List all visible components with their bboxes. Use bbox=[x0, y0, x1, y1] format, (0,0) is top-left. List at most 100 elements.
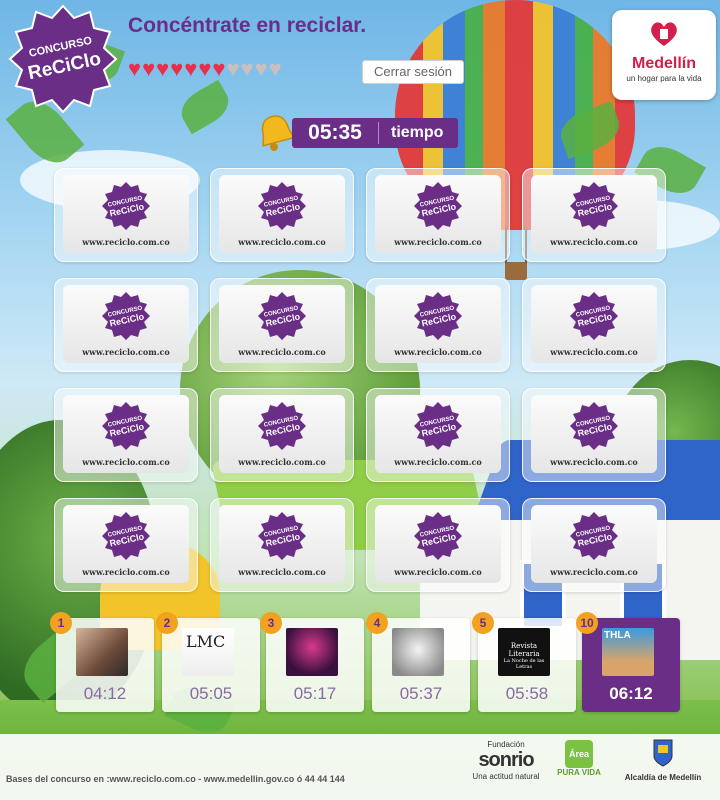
reciclo-logo-badge: CONCURSO ReCiClo bbox=[8, 4, 118, 114]
rank-badge: 10 bbox=[576, 612, 598, 634]
medellin-heart-icon bbox=[651, 22, 677, 46]
timer-bar: 05:35 tiempo bbox=[292, 118, 458, 148]
card-face: CONCURSO ReCiClo www.reciclo.com.co bbox=[219, 285, 345, 363]
rank-badge: 1 bbox=[50, 612, 72, 634]
found-pair-tile: 2 LMC 05:05 bbox=[156, 612, 260, 712]
memory-card[interactable]: CONCURSO ReCiClo www.reciclo.com.co bbox=[366, 278, 510, 372]
reciclo-card-logo: CONCURSOReCiClo bbox=[414, 182, 462, 230]
reciclo-card-logo: CONCURSOReCiClo bbox=[258, 402, 306, 450]
card-url: www.reciclo.com.co bbox=[394, 457, 482, 467]
logout-button[interactable]: Cerrar sesión bbox=[362, 60, 464, 84]
coat-of-arms-icon bbox=[653, 739, 673, 767]
card-face: CONCURSO ReCiClo www.reciclo.com.co bbox=[531, 285, 657, 363]
couple-photo bbox=[76, 628, 128, 676]
card-face: CONCURSO ReCiClo www.reciclo.com.co bbox=[531, 175, 657, 253]
lmc-magazine: LMC bbox=[182, 628, 234, 676]
reciclo-card-logo: CONCURSOReCiClo bbox=[570, 512, 618, 560]
memory-card[interactable]: CONCURSO ReCiClo www.reciclo.com.co bbox=[522, 168, 666, 262]
found-pair-tile: 5 Revista Literaria La Noche de las Letras… bbox=[472, 612, 576, 712]
found-image-subtext: La Noche de las Letras bbox=[503, 658, 545, 670]
area-pura-vida-logo: Área PURA VIDA bbox=[556, 740, 602, 777]
card-url: www.reciclo.com.co bbox=[394, 567, 482, 577]
card-url: www.reciclo.com.co bbox=[238, 347, 326, 357]
card-url: www.reciclo.com.co bbox=[238, 237, 326, 247]
card-url: www.reciclo.com.co bbox=[82, 347, 170, 357]
found-time: 06:12 bbox=[609, 684, 653, 703]
memory-card[interactable]: CONCURSO ReCiClo www.reciclo.com.co bbox=[522, 278, 666, 372]
found-time: 05:37 bbox=[399, 684, 443, 703]
sketch-portrait bbox=[392, 628, 444, 676]
reciclo-card-logo: CONCURSOReCiClo bbox=[570, 402, 618, 450]
medellin-logo: Medellín un hogar para la vida bbox=[612, 10, 716, 100]
card-face: CONCURSO ReCiClo www.reciclo.com.co bbox=[375, 395, 501, 473]
card-url: www.reciclo.com.co bbox=[394, 237, 482, 247]
memory-card[interactable]: CONCURSO ReCiClo www.reciclo.com.co bbox=[210, 388, 354, 482]
found-pair-tile: 4 05:37 bbox=[366, 612, 470, 712]
heart-full-icon: ♥ bbox=[142, 56, 156, 81]
heart-full-icon: ♥ bbox=[212, 56, 226, 81]
memory-card[interactable]: CONCURSO ReCiClo www.reciclo.com.co bbox=[210, 278, 354, 372]
card-url: www.reciclo.com.co bbox=[550, 457, 638, 467]
footer: Bases del concurso en :www.reciclo.com.c… bbox=[0, 734, 720, 800]
memory-card[interactable]: CONCURSO ReCiClo www.reciclo.com.co bbox=[366, 168, 510, 262]
rank-badge: 4 bbox=[366, 612, 388, 634]
memory-card[interactable]: CONCURSO ReCiClo www.reciclo.com.co bbox=[366, 388, 510, 482]
reciclo-card-logo: CONCURSOReCiClo bbox=[102, 512, 150, 560]
memory-card[interactable]: CONCURSO ReCiClo www.reciclo.com.co bbox=[54, 498, 198, 592]
heart-empty-icon: ♥ bbox=[240, 56, 254, 81]
card-face: CONCURSO ReCiClo www.reciclo.com.co bbox=[219, 395, 345, 473]
found-image-text: Revista Literaria bbox=[508, 642, 540, 658]
reciclo-card-logo: CONCURSOReCiClo bbox=[102, 402, 150, 450]
memory-card[interactable]: CONCURSO ReCiClo www.reciclo.com.co bbox=[210, 168, 354, 262]
heart-full-icon: ♥ bbox=[184, 56, 198, 81]
card-url: www.reciclo.com.co bbox=[82, 457, 170, 467]
timer-label: tiempo bbox=[391, 124, 444, 141]
medellin-name: Medellín bbox=[631, 55, 696, 72]
card-face: CONCURSO ReCiClo www.reciclo.com.co bbox=[531, 505, 657, 583]
memory-card[interactable]: CONCURSO ReCiClo www.reciclo.com.co bbox=[522, 388, 666, 482]
reciclo-card-logo: CONCURSOReCiClo bbox=[258, 512, 306, 560]
memory-card[interactable]: CONCURSO ReCiClo www.reciclo.com.co bbox=[54, 388, 198, 482]
card-face: CONCURSO ReCiClo www.reciclo.com.co bbox=[219, 175, 345, 253]
revista-literaria: Revista Literaria La Noche de las Letras bbox=[498, 628, 550, 676]
found-time: 04:12 bbox=[83, 684, 127, 703]
card-url: www.reciclo.com.co bbox=[550, 567, 638, 577]
rank-badge: 5 bbox=[472, 612, 494, 634]
reciclo-card-logo: CONCURSOReCiClo bbox=[570, 182, 618, 230]
lives-hearts: ♥ ♥ ♥ ♥ ♥ ♥ ♥ ♥ ♥ ♥ ♥ bbox=[128, 58, 282, 80]
heart-full-icon: ♥ bbox=[198, 56, 212, 81]
guitarist-photo bbox=[286, 628, 338, 676]
rank-badge: 3 bbox=[260, 612, 282, 634]
memory-card[interactable]: CONCURSO ReCiClo www.reciclo.com.co bbox=[54, 168, 198, 262]
card-url: www.reciclo.com.co bbox=[394, 347, 482, 357]
found-pair-tile: 1 04:12 bbox=[50, 612, 154, 712]
card-face: CONCURSO ReCiClo www.reciclo.com.co bbox=[219, 505, 345, 583]
memory-card[interactable]: CONCURSO ReCiClo www.reciclo.com.co bbox=[366, 498, 510, 592]
sonrio-name: sonrio bbox=[478, 749, 534, 771]
reciclo-card-logo: CONCURSOReCiClo bbox=[258, 292, 306, 340]
heart-full-icon: ♥ bbox=[128, 56, 142, 81]
thla-photo: THLA bbox=[602, 628, 654, 676]
sonrio-tagline: Una actitud natural bbox=[472, 772, 540, 781]
reciclo-card-logo: CONCURSOReCiClo bbox=[570, 292, 618, 340]
memory-card[interactable]: CONCURSO ReCiClo www.reciclo.com.co bbox=[210, 498, 354, 592]
found-time: 05:58 bbox=[505, 684, 549, 703]
timer-value: 05:35 bbox=[308, 121, 362, 144]
card-face: CONCURSO ReCiClo www.reciclo.com.co bbox=[375, 285, 501, 363]
leaf bbox=[174, 79, 236, 135]
memory-card[interactable]: CONCURSO ReCiClo www.reciclo.com.co bbox=[522, 498, 666, 592]
card-url: www.reciclo.com.co bbox=[82, 567, 170, 577]
area-icon: Área bbox=[565, 740, 593, 768]
footer-text: Bases del concurso en :www.reciclo.com.c… bbox=[6, 774, 345, 784]
reciclo-card-logo: CONCURSOReCiClo bbox=[258, 182, 306, 230]
memory-board: CONCURSO ReCiClo www.reciclo.com.co CONCURS… bbox=[54, 168, 666, 604]
card-url: www.reciclo.com.co bbox=[82, 237, 170, 247]
heart-empty-icon: ♥ bbox=[268, 56, 282, 81]
found-time: 05:05 bbox=[189, 684, 233, 703]
alcaldia-label: Alcaldía de Medellín bbox=[624, 773, 702, 782]
heart-empty-icon: ♥ bbox=[226, 56, 240, 81]
alcaldia-logo: Alcaldía de Medellín bbox=[610, 738, 716, 782]
sonrio-logo: Fundación sonrio Una actitud natural bbox=[468, 740, 544, 781]
found-image-text: THLA bbox=[604, 630, 631, 641]
memory-card[interactable]: CONCURSO ReCiClo www.reciclo.com.co bbox=[54, 278, 198, 372]
